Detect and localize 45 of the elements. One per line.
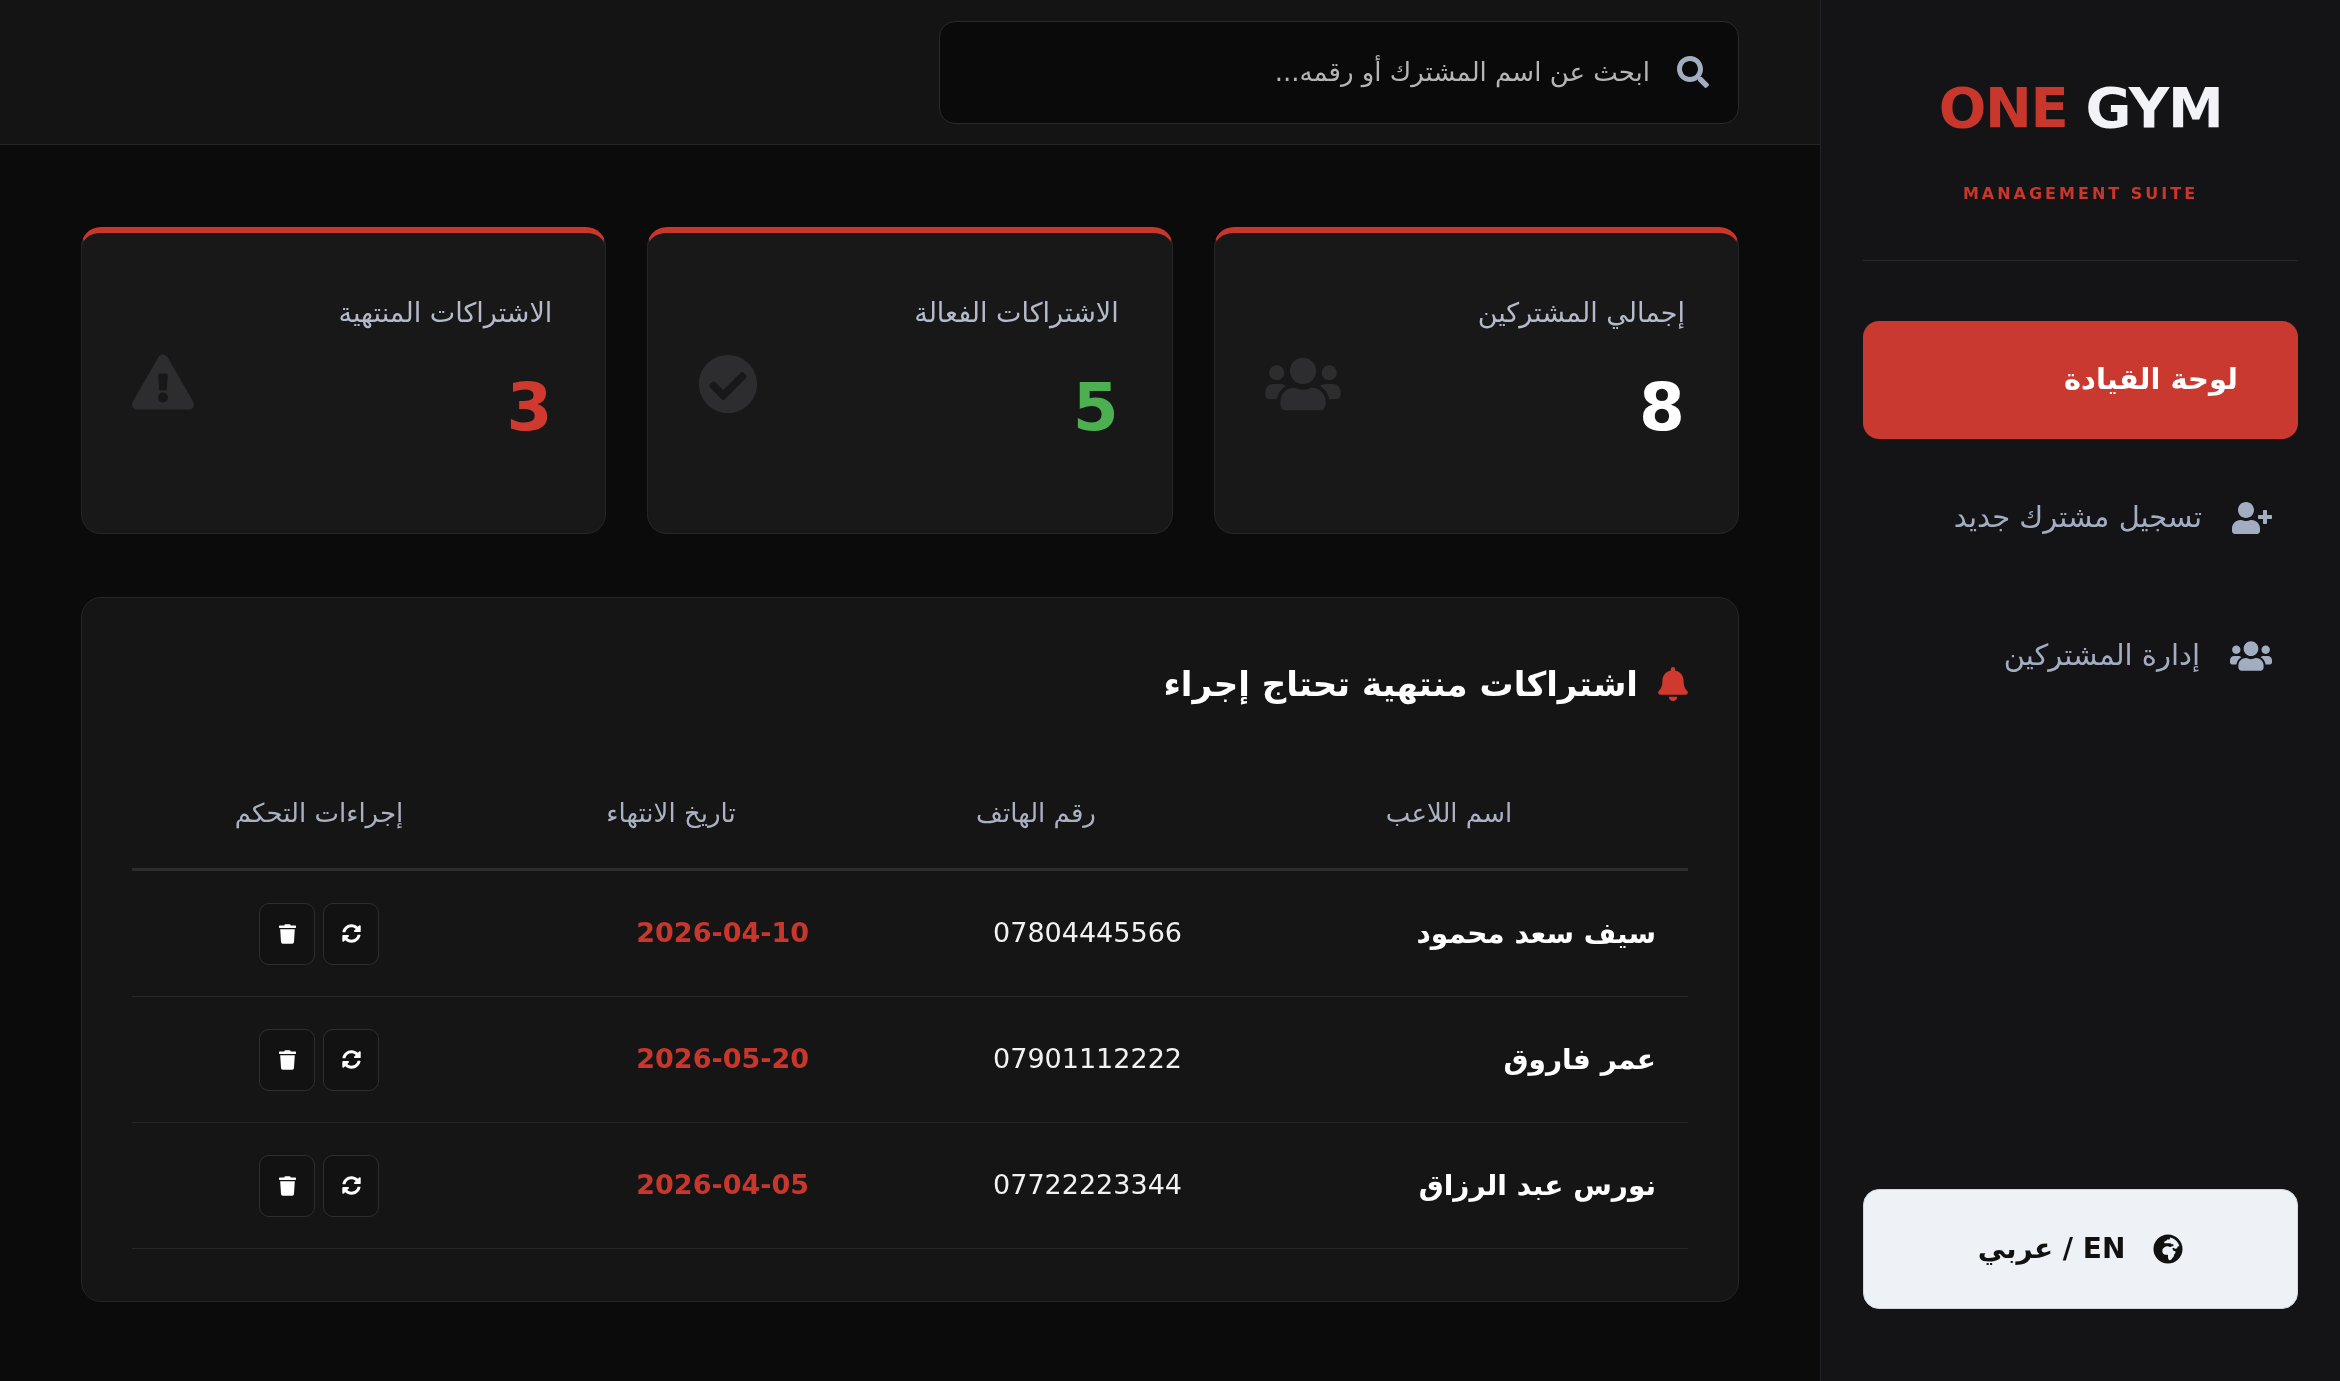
tagline: MANAGEMENT SUITE xyxy=(1962,183,2199,205)
panel-title: اشتراكات منتهية تحتاج إجراء xyxy=(1163,663,1638,707)
search-icon xyxy=(1677,55,1709,88)
stat-label: إجمالي المشتركين xyxy=(1477,296,1685,331)
nav-item[interactable]: تسجيل مشترك جديد xyxy=(1863,459,2298,577)
phone-number: 07901112222 xyxy=(993,1043,1182,1075)
stat-label: الاشتراكات الفعالة xyxy=(914,296,1119,331)
refresh-button[interactable] xyxy=(323,1028,379,1091)
warning-icon xyxy=(132,354,194,410)
refresh-button[interactable] xyxy=(323,1154,379,1217)
stat-value: 3 xyxy=(506,375,553,441)
column-header: رقم الهاتف xyxy=(976,797,1096,828)
stat-value: 5 xyxy=(1072,375,1119,441)
refresh-icon xyxy=(341,924,361,943)
trash-icon xyxy=(278,1175,296,1196)
nav-item[interactable]: إدارة المشتركين xyxy=(1863,597,2298,715)
nav-item[interactable]: لوحة القيادة xyxy=(1863,321,2298,439)
trash-icon xyxy=(278,923,296,944)
phone-number: 07804445566 xyxy=(993,917,1182,949)
globe-icon xyxy=(2153,1234,2184,1264)
delete-button[interactable] xyxy=(259,1154,315,1217)
column-header: تاريخ الانتهاء xyxy=(606,797,736,828)
column-header: إجراءات التحكم xyxy=(234,797,404,828)
end-date: 2026-05-20 xyxy=(636,1043,809,1075)
user-plus-icon xyxy=(2232,502,2272,534)
player-name: عمر فاروق xyxy=(1503,1042,1656,1076)
trash-icon xyxy=(278,1049,296,1070)
column-header: اسم اللاعب xyxy=(1385,797,1513,828)
delete-button[interactable] xyxy=(259,902,315,965)
refresh-button[interactable] xyxy=(323,902,379,965)
refresh-icon xyxy=(341,1050,361,1069)
player-name: سيف سعد محمود xyxy=(1416,916,1656,950)
search-field[interactable]: ابحث عن اسم المشترك أو رقمه... xyxy=(939,20,1739,124)
stat-label: الاشتراكات المنتهية xyxy=(338,296,553,331)
users-icon xyxy=(2230,639,2272,673)
player-name: نورس عبد الرزاق xyxy=(1418,1168,1656,1202)
end-date: 2026-04-10 xyxy=(636,917,809,949)
logo: ONE GYM xyxy=(1938,80,2223,136)
delete-button[interactable] xyxy=(259,1028,315,1091)
stat-value: 8 xyxy=(1639,375,1685,441)
phone-number: 07722223344 xyxy=(993,1169,1182,1201)
end-date: 2026-04-05 xyxy=(636,1169,809,1201)
language-button[interactable]: عربي / EN xyxy=(1863,1189,2298,1309)
bell-icon xyxy=(1658,667,1688,701)
refresh-icon xyxy=(341,1176,361,1195)
